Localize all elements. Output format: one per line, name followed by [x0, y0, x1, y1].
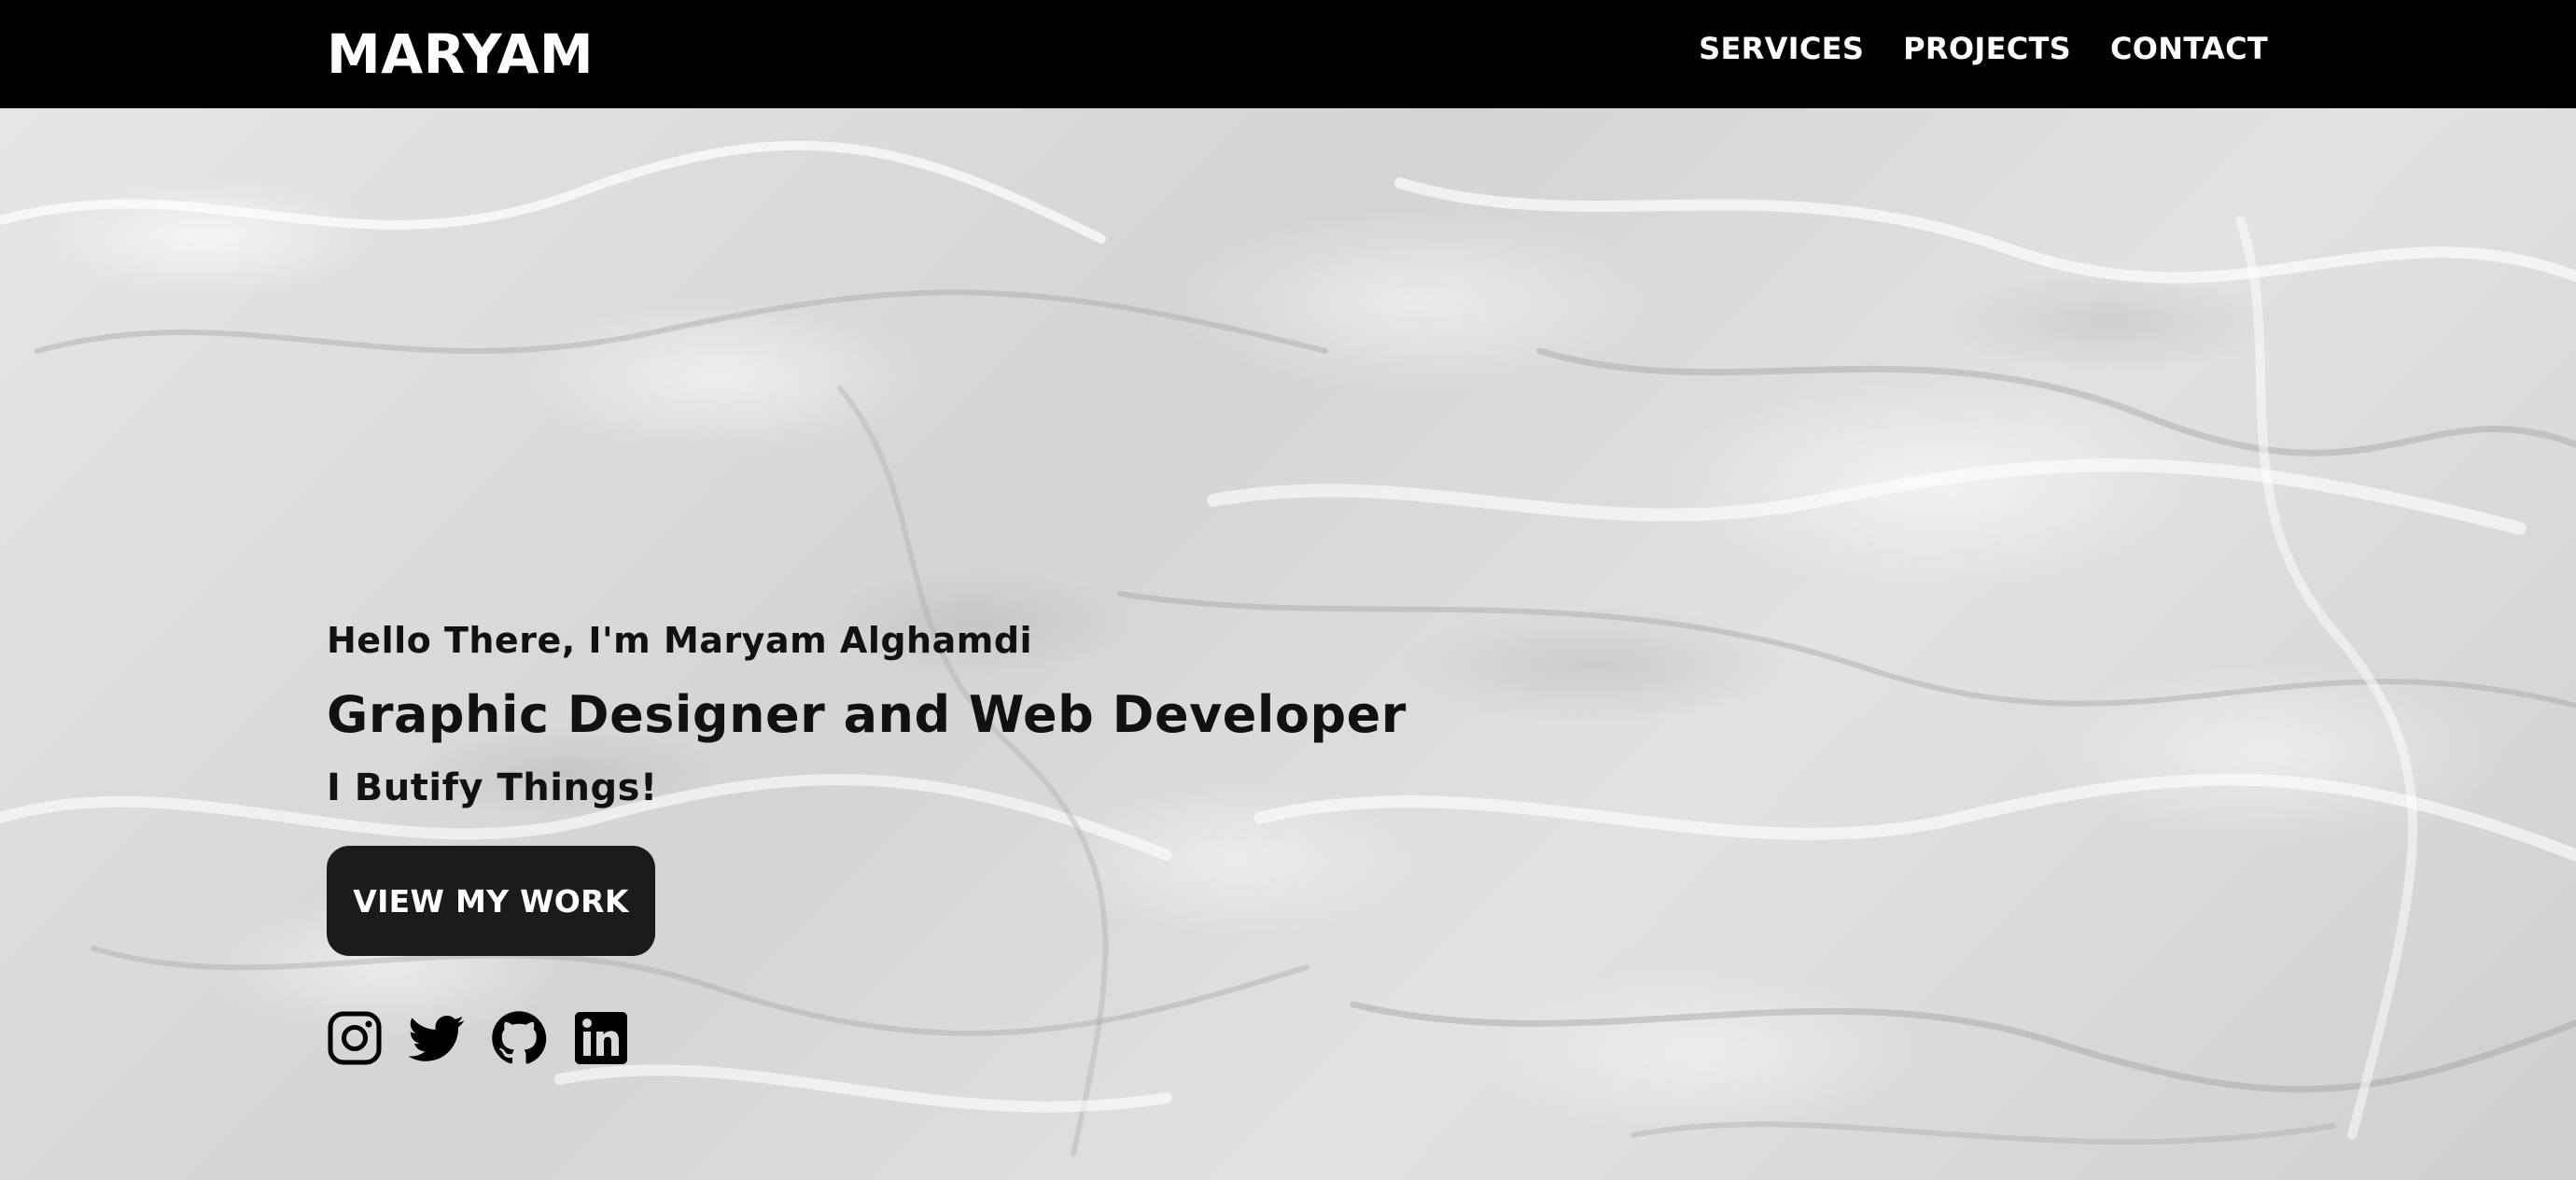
social-links [327, 1008, 1633, 1068]
instagram-link[interactable] [327, 1010, 383, 1066]
twitter-icon [409, 1016, 464, 1061]
nav-link-services[interactable]: SERVICES [1699, 31, 1864, 66]
github-icon [492, 1011, 547, 1064]
hero-tagline: I Butify Things! [327, 766, 658, 809]
nav-link-contact[interactable]: CONTACT [2110, 31, 2268, 66]
brand-logo[interactable]: MARYAM [327, 15, 594, 93]
linkedin-link[interactable] [573, 1010, 629, 1066]
hero-headline: Graphic Designer and Web Developer [327, 685, 1407, 744]
page: MARYAM SERVICES PROJECTS CONTACT Hello T… [0, 0, 2576, 1180]
view-my-work-button[interactable]: VIEW MY WORK [327, 846, 655, 956]
nav-link-projects[interactable]: PROJECTS [1903, 31, 2071, 66]
hero-section: Hello There, I'm Maryam Alghamdi Graphic… [0, 108, 2576, 1180]
instagram-icon [328, 1011, 382, 1065]
github-link[interactable] [491, 1010, 547, 1066]
twitter-link[interactable] [409, 1010, 465, 1066]
linkedin-icon [575, 1012, 627, 1064]
navbar: MARYAM SERVICES PROJECTS CONTACT [0, 0, 2576, 108]
hero-greeting: Hello There, I'm Maryam Alghamdi [327, 620, 1033, 661]
hero-content: Hello There, I'm Maryam Alghamdi Graphic… [327, 612, 1633, 1068]
nav-links: SERVICES PROJECTS CONTACT [1699, 22, 2268, 75]
